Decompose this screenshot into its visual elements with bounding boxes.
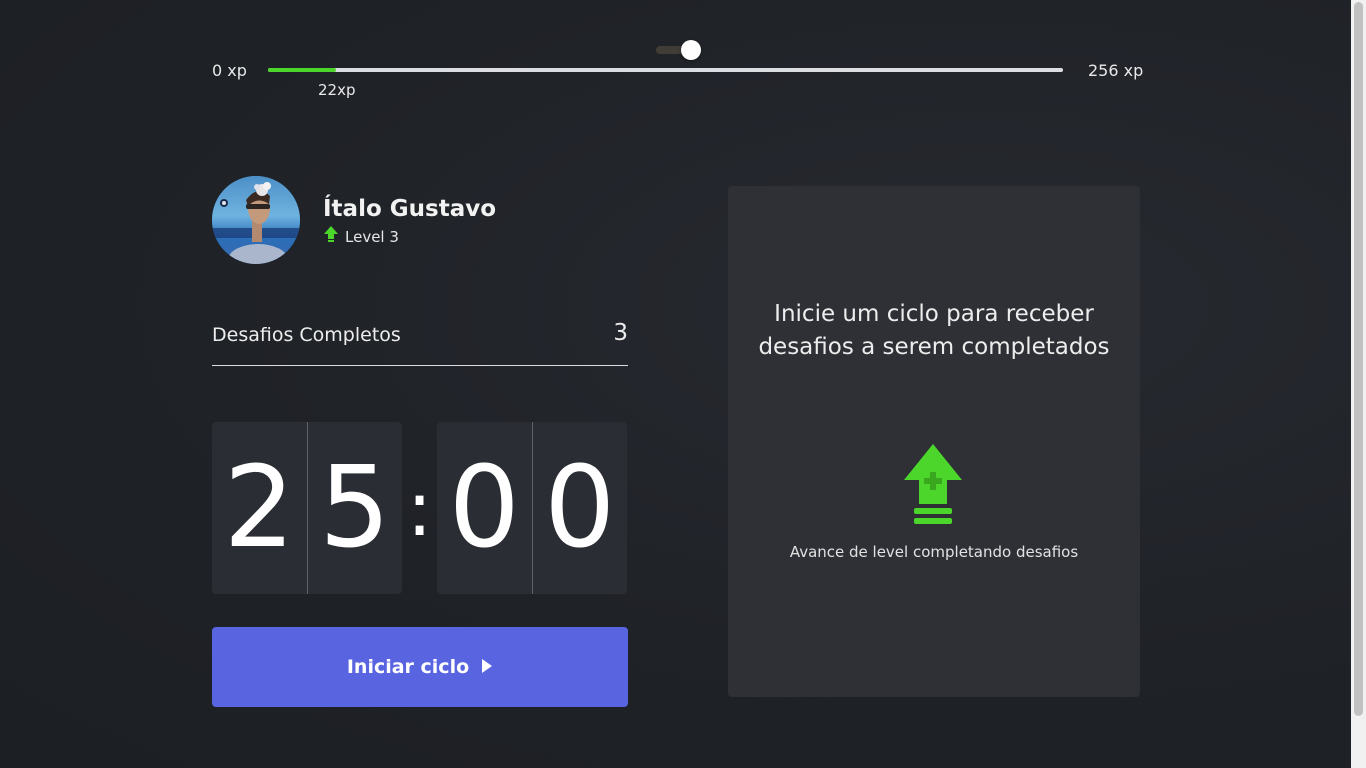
user-name: Ítalo Gustavo: [323, 196, 497, 222]
start-cycle-label: Iniciar ciclo: [346, 656, 470, 678]
countdown-separator: :: [406, 463, 433, 553]
start-cycle-button[interactable]: Iniciar ciclo: [212, 627, 628, 707]
completed-challenges-label: Desafios Completos: [212, 324, 401, 346]
xp-progress-track: [268, 68, 1063, 72]
play-icon: [481, 656, 493, 678]
page: 0 xp 22xp 256 xp Ítalo Gustavo Level 3 D…: [0, 0, 1366, 768]
level-up-arrow-icon: [323, 226, 339, 247]
completed-challenges: Desafios Completos 3: [212, 318, 628, 366]
challenge-box: Inicie um ciclo para receber desafios a …: [728, 186, 1140, 697]
page-scrollbar[interactable]: [1351, 0, 1366, 768]
xp-progress-fill: [268, 68, 336, 72]
challenge-prompt: Inicie um ciclo para receber desafios a …: [758, 301, 1110, 360]
xp-min-label: 0 xp: [212, 61, 247, 80]
avatar-photo: [212, 176, 300, 264]
toggle-knob: [681, 40, 701, 60]
xp-current-label: 22xp: [318, 81, 356, 99]
avatar: [212, 176, 300, 264]
minute-digit-tens: 2: [212, 422, 308, 594]
user-level: Level 3: [323, 226, 399, 247]
completed-challenges-count: 3: [613, 320, 628, 346]
level-up-icon: [902, 444, 964, 526]
second-digit-tens: 0: [437, 422, 533, 594]
level-label: Level 3: [345, 227, 399, 246]
second-digit-ones: 0: [544, 443, 616, 573]
countdown-seconds: 0 0: [437, 422, 627, 594]
minute-digit-ones: 5: [319, 443, 391, 573]
scrollbar-thumb[interactable]: [1354, 2, 1363, 716]
xp-max-label: 256 xp: [1088, 61, 1144, 80]
theme-toggle[interactable]: [656, 40, 702, 60]
challenge-hint: Avance de level completando desafios: [789, 543, 1079, 561]
countdown-minutes: 2 5: [212, 422, 402, 594]
